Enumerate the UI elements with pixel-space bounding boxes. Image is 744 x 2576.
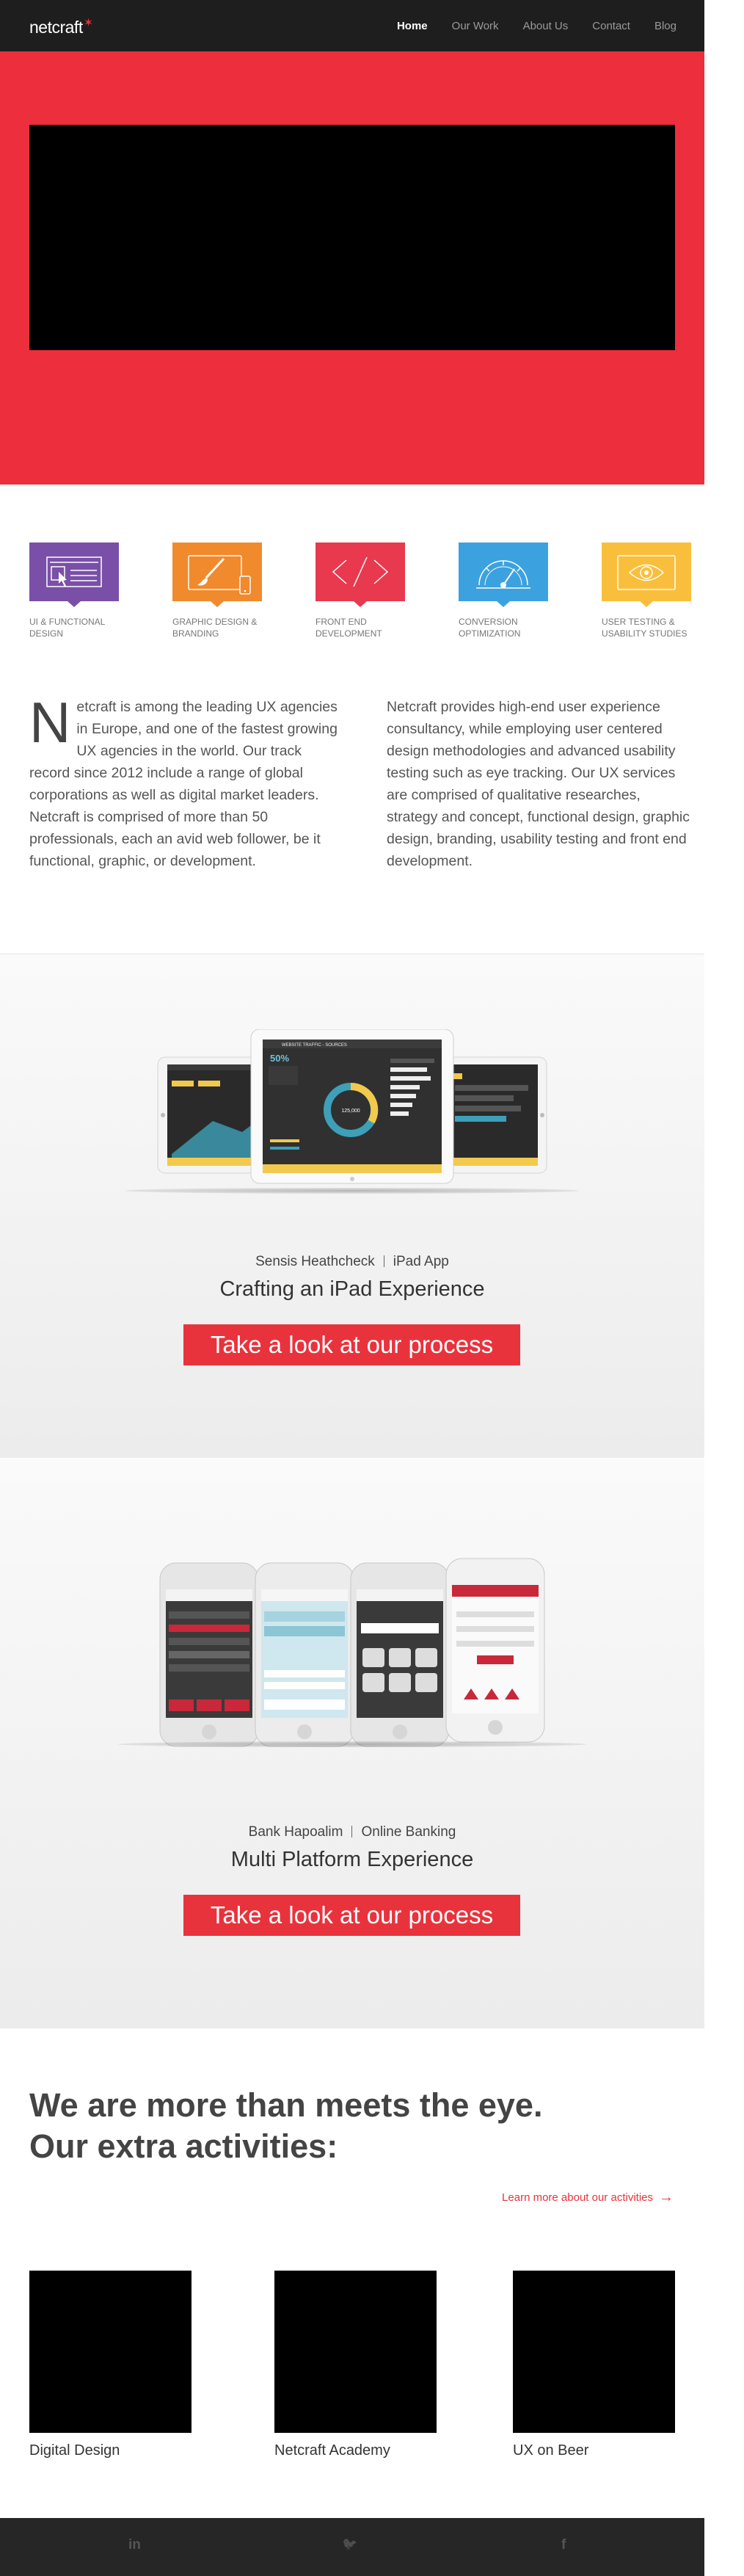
code-brackets-icon	[316, 543, 405, 607]
about-text-left-body: etcraft is among the leading UX agencies…	[29, 699, 338, 869]
ipad-screen-total: 125,000	[341, 1109, 360, 1114]
iphone-mockups-image[interactable]	[117, 1553, 587, 1751]
extra-title-line2: Our extra activities:	[29, 2127, 338, 2165]
activity-label[interactable]: Netcraft Academy	[274, 2442, 437, 2459]
service-label: User Testing & Usability Studies	[602, 617, 688, 639]
service-label: Front End Development	[316, 617, 382, 639]
showcase-meta: Sensis Heathcheck iPad App	[0, 1254, 704, 1270]
activity-digital-design[interactable]: Digital Design	[29, 2271, 192, 2459]
about-text-left: Netcraft is among the leading UX agencie…	[29, 690, 338, 872]
learn-more-link[interactable]: Learn more about our activities →	[502, 2189, 674, 2206]
service-conversion-optimization[interactable]: Conversion Optimization	[459, 543, 561, 639]
service-label: UI & Functional Design	[29, 617, 105, 639]
service-user-testing[interactable]: User Testing & Usability Studies	[602, 543, 704, 639]
showcase-platform: Online Banking	[361, 1824, 456, 1840]
process-button[interactable]: Take a look at our process	[183, 1895, 520, 1936]
extra-activities-title: We are more than meets the eye. Our extr…	[29, 2085, 675, 2167]
nav-blog[interactable]: Blog	[654, 20, 676, 32]
nav-our-work[interactable]: Our Work	[452, 20, 499, 32]
page: netcraft✶ Home Our Work About Us Contact…	[0, 0, 704, 2576]
showcase-meta: Bank Hapoalim Online Banking	[0, 1824, 704, 1840]
showcase-title: Multi Platform Experience	[230, 1848, 474, 1871]
activity-netcraft-academy[interactable]: Netcraft Academy	[274, 2271, 437, 2459]
service-graphic-design-branding[interactable]: Graphic Design & Branding	[172, 543, 275, 639]
activity-label[interactable]: UX on Beer	[513, 2442, 675, 2459]
top-bar: netcraft✶ Home Our Work About Us Contact…	[0, 0, 704, 51]
device-shadow	[125, 1188, 580, 1194]
ipad-screen-percent: 50%	[270, 1053, 289, 1064]
activity-image[interactable]	[513, 2271, 675, 2433]
showcase-title: Crafting an iPad Experience	[219, 1277, 485, 1301]
gauge-icon	[459, 543, 548, 607]
nav-contact[interactable]: Contact	[592, 20, 630, 32]
service-label: Graphic Design & Branding	[172, 617, 258, 639]
service-label: Conversion Optimization	[459, 617, 521, 639]
services-row: UI & Functional Design Graphic Design & …	[29, 543, 704, 645]
linkedin-icon[interactable]: in	[128, 2537, 141, 2553]
arrow-right-icon[interactable]: →	[659, 2189, 674, 2205]
showcase-bank-hapoalim: Bank Hapoalim Online Banking Multi Platfo…	[0, 1459, 704, 2028]
device-shadow	[117, 1741, 587, 1747]
twitter-icon[interactable]: 🐦	[342, 2537, 357, 2552]
activity-image[interactable]	[274, 2271, 437, 2433]
ipad-screen-heading: WEBSITE TRAFFIC - SOURCES	[282, 1043, 347, 1048]
hero-section	[0, 51, 704, 485]
about-text-right: Netcraft provides high-end user experien…	[387, 699, 690, 869]
dropcap: N	[29, 690, 71, 755]
activity-ux-on-beer[interactable]: UX on Beer	[513, 2271, 675, 2459]
service-front-end-development[interactable]: Front End Development	[316, 543, 418, 639]
eye-icon	[602, 543, 691, 607]
service-ui-functional-design[interactable]: UI & Functional Design	[29, 543, 132, 639]
activity-image[interactable]	[29, 2271, 192, 2433]
ipad-mockups-image[interactable]: WEBSITE TRAFFIC - SOURCES 50% 125,000	[117, 1028, 587, 1198]
nav-about-us[interactable]: About Us	[523, 20, 569, 32]
activity-label[interactable]: Digital Design	[29, 2442, 192, 2459]
paintbrush-icon	[172, 543, 262, 607]
learn-more-label[interactable]: Learn more about our activities	[502, 2191, 653, 2204]
logo-text[interactable]: netcraft	[29, 18, 83, 37]
hero-video[interactable]	[29, 125, 675, 350]
ui-screen-icon	[29, 543, 119, 607]
main-nav: Home Our Work About Us Contact Blog	[397, 20, 676, 32]
facebook-icon[interactable]: f	[561, 2537, 566, 2553]
extra-title-line1: We are more than meets the eye.	[29, 2086, 543, 2124]
showcase-platform: iPad App	[393, 1254, 449, 1269]
nav-home[interactable]: Home	[397, 20, 428, 32]
showcase-client: Sensis Heathcheck	[255, 1254, 375, 1269]
meta-separator	[351, 1826, 353, 1837]
footer: in 🐦 f	[0, 2518, 704, 2576]
showcase-sensis: WEBSITE TRAFFIC - SOURCES 50% 125,000 Se…	[0, 954, 704, 1458]
logo-star-icon: ✶	[83, 17, 93, 29]
process-button[interactable]: Take a look at our process	[183, 1324, 520, 1365]
logo[interactable]: netcraft✶	[29, 17, 93, 37]
showcase-client: Bank Hapoalim	[248, 1824, 343, 1840]
